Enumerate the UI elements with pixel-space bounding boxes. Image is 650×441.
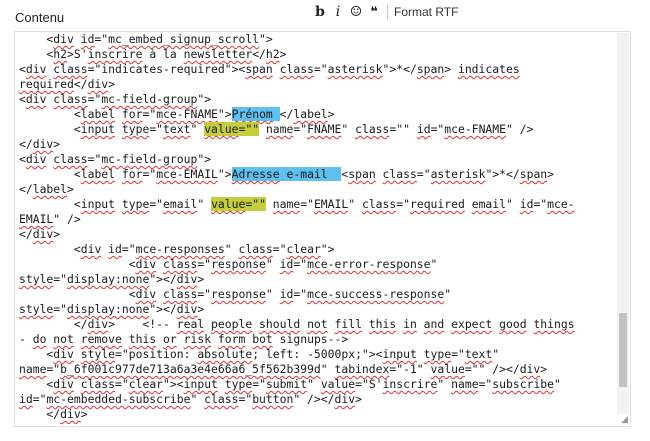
- emoji-button[interactable]: ☺: [347, 3, 365, 21]
- code-line[interactable]: <input type="text" value="" name="FNAME"…: [19, 122, 614, 137]
- code-line[interactable]: <label for="mce-EMAIL">Adresse e-mail <s…: [19, 167, 614, 182]
- code-line[interactable]: </label>: [19, 182, 614, 197]
- code-line[interactable]: <div class="mc-field-group">: [19, 152, 614, 167]
- code-line[interactable]: required</div>: [19, 77, 614, 92]
- code-line[interactable]: id="mc-embedded-subscribe" class="button…: [19, 392, 614, 407]
- scrollbar-thumb[interactable]: [619, 313, 627, 387]
- format-rtf-button[interactable]: Format RTF: [394, 5, 458, 19]
- code-line[interactable]: <div class="response" id="mce-success-re…: [19, 287, 614, 302]
- code-line[interactable]: <div class="response" id="mce-error-resp…: [19, 257, 614, 272]
- bold-button[interactable]: b: [311, 3, 329, 21]
- code-content[interactable]: <div id="mc_embed_signup_scroll"> <h2>S'…: [19, 32, 614, 422]
- code-line[interactable]: </div>: [19, 407, 614, 422]
- code-line[interactable]: <div class="indicates-required"><span cl…: [19, 62, 614, 77]
- vertical-scrollbar[interactable]: [617, 33, 629, 414]
- code-line[interactable]: name="b_6f001c977de713a6a3e4e66a6_5f562b…: [19, 362, 614, 377]
- code-line[interactable]: style="display:none"></div>: [19, 302, 614, 317]
- italic-button[interactable]: i: [329, 3, 347, 21]
- toolbar-separator: [387, 4, 388, 20]
- editor-toolbar: b i ☺ ❝ Format RTF: [311, 3, 458, 21]
- code-line[interactable]: </div>: [19, 227, 614, 242]
- code-editor[interactable]: <div id="mc_embed_signup_scroll"> <h2>S'…: [14, 31, 631, 427]
- quote-button[interactable]: ❝: [365, 3, 383, 21]
- code-line[interactable]: </div>: [19, 137, 614, 152]
- code-line[interactable]: style="display:none"></div>: [19, 272, 614, 287]
- code-line[interactable]: EMAIL" />: [19, 212, 614, 227]
- code-line[interactable]: <div class="clear"><input type="submit" …: [19, 377, 614, 392]
- code-line[interactable]: <div id="mc_embed_signup_scroll">: [19, 32, 614, 47]
- code-line[interactable]: <input type="email" value="" name="EMAIL…: [19, 197, 614, 212]
- code-line[interactable]: - do not remove this or risk form bot si…: [19, 332, 614, 347]
- resize-grip-icon[interactable]: ◢: [618, 414, 628, 424]
- code-line[interactable]: <div id="mce-responses" class="clear">: [19, 242, 614, 257]
- code-line[interactable]: <h2>S'inscrire à la newsletter</h2>: [19, 47, 614, 62]
- code-line[interactable]: <label for="mce-FNAME">Prénom </label>: [19, 107, 614, 122]
- content-field-label: Contenu: [15, 10, 65, 25]
- code-line[interactable]: </div> <!-- real people should not fill …: [19, 317, 614, 332]
- code-line[interactable]: <div style="position: absolute; left: -5…: [19, 347, 614, 362]
- code-line[interactable]: <div class="mc-field-group">: [19, 92, 614, 107]
